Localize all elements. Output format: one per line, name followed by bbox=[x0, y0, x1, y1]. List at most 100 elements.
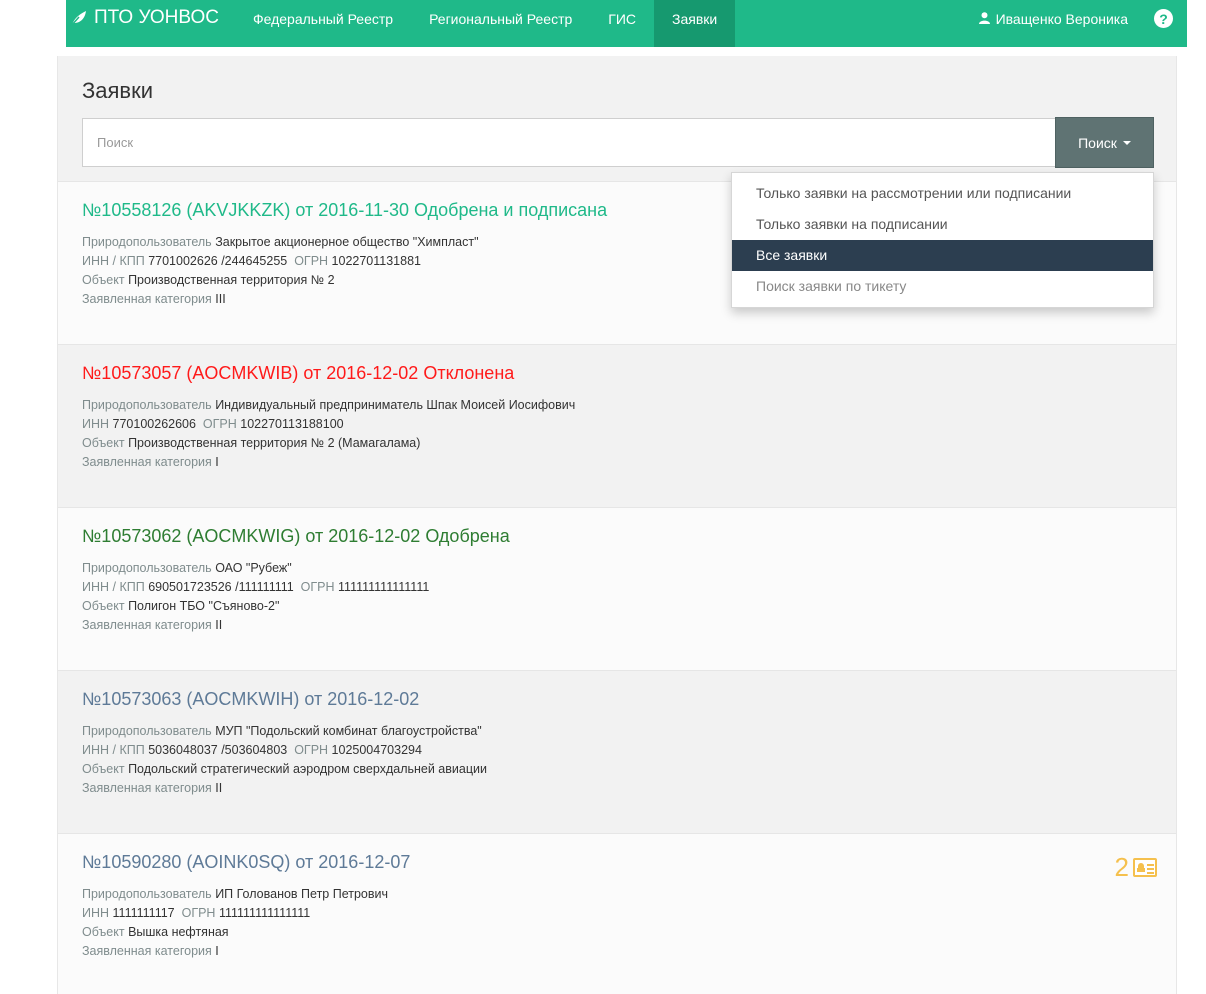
object-label: Объект bbox=[82, 436, 125, 450]
nav-right: Иващенко Вероника ? bbox=[978, 0, 1187, 47]
ogrn-label: ОГРН bbox=[300, 580, 335, 594]
inn-label: ИНН bbox=[82, 906, 110, 920]
user-name: Иващенко Вероника bbox=[995, 10, 1128, 27]
leaf-logo-icon bbox=[70, 10, 88, 26]
category-label: Заявленная категория bbox=[82, 781, 212, 795]
tickets-count: 2 bbox=[1114, 852, 1129, 882]
inn-value: 770100262606 bbox=[112, 417, 196, 431]
ogrn-value: 111111111111111 bbox=[338, 580, 430, 594]
inn-value: 1111111117 bbox=[112, 906, 175, 920]
user-label: Природопользователь bbox=[82, 561, 212, 575]
search-button-label: Поиск bbox=[1078, 134, 1117, 151]
category-value: II bbox=[215, 618, 223, 632]
category-line: Заявленная категория II bbox=[82, 779, 1152, 798]
application-card: №10573057 (AOCMKWIB) от 2016-12-02 Откло… bbox=[58, 345, 1176, 508]
main-container: Заявки Поиск №10558126 (AKVJKKZK) от 201… bbox=[57, 56, 1177, 994]
inn-label: ИНН bbox=[82, 417, 110, 431]
ogrn-value: 102270113188100 bbox=[240, 417, 344, 431]
category-label: Заявленная категория bbox=[82, 292, 212, 306]
user-label: Природопользователь bbox=[82, 887, 212, 901]
search-input[interactable] bbox=[82, 118, 1056, 167]
application-card: №10590280 (AOINK0SQ) от 2016-12-07 2 При… bbox=[58, 834, 1176, 994]
nav-federal-registry[interactable]: Федеральный Реестр bbox=[235, 0, 411, 47]
category-line: Заявленная категория I bbox=[82, 453, 1152, 472]
object-line: Объект Производственная территория № 2 (… bbox=[82, 434, 1152, 453]
inn-label: ИНН / КПП bbox=[82, 743, 145, 757]
user-value: ОАО "Рубеж" bbox=[215, 561, 292, 575]
main-nav: Федеральный Реестр Региональный Реестр Г… bbox=[235, 0, 736, 47]
user-value: Закрытое акционерное общество "Химпласт" bbox=[215, 235, 479, 249]
ogrn-value: 1022701131881 bbox=[331, 254, 421, 268]
tickets-badge[interactable]: 2 bbox=[1115, 854, 1157, 880]
object-value: Производственная территория № 2 bbox=[128, 273, 335, 287]
application-card: №10573062 (AOCMKWIG) от 2016-12-02 Одобр… bbox=[58, 508, 1176, 671]
page-header: Заявки Поиск bbox=[58, 56, 1176, 182]
user-line: Природопользователь ИП Голованов Петр Пе… bbox=[82, 885, 1152, 904]
ogrn-label: ОГРН bbox=[294, 254, 329, 268]
nav-regional-registry[interactable]: Региональный Реестр bbox=[411, 0, 590, 47]
object-label: Объект bbox=[82, 599, 125, 613]
brand-title: ПТО УОНВОС bbox=[94, 6, 219, 28]
object-line: Объект Вышка нефтяная bbox=[82, 923, 1152, 942]
object-label: Объект bbox=[82, 762, 125, 776]
category-value: III bbox=[215, 292, 226, 306]
search-dropdown-button[interactable]: Поиск bbox=[1055, 117, 1154, 168]
application-title[interactable]: №10573062 (AOCMKWIG) от 2016-12-02 Одобр… bbox=[82, 526, 1152, 547]
object-label: Объект bbox=[82, 273, 125, 287]
nav-gis[interactable]: ГИС bbox=[590, 0, 654, 47]
category-label: Заявленная категория bbox=[82, 618, 212, 632]
inn-value: 690501723526 /111111111 bbox=[148, 580, 294, 594]
user-value: МУП "Подольский комбинат благоустройства… bbox=[215, 724, 482, 738]
inn-value: 5036048037 /503604803 bbox=[148, 743, 288, 757]
filter-signing-only[interactable]: Только заявки на подписании bbox=[732, 209, 1153, 240]
nav-applications[interactable]: Заявки bbox=[654, 0, 736, 47]
user-icon bbox=[978, 11, 990, 27]
category-label: Заявленная категория bbox=[82, 455, 212, 469]
brand[interactable]: ПТО УОНВОС bbox=[66, 0, 233, 47]
object-line: Объект Подольский стратегический аэродро… bbox=[82, 760, 1152, 779]
category-label: Заявленная категория bbox=[82, 944, 212, 958]
ogrn-label: ОГРН bbox=[294, 743, 329, 757]
search-filter-dropdown: Только заявки на рассмотрении или подпис… bbox=[731, 172, 1154, 308]
application-title[interactable]: №10590280 (AOINK0SQ) от 2016-12-07 bbox=[82, 852, 1152, 873]
user-value: ИП Голованов Петр Петрович bbox=[215, 887, 389, 901]
help-icon[interactable]: ? bbox=[1154, 9, 1173, 28]
ids-line: ИНН / КПП 5036048037 /503604803 ОГРН 102… bbox=[82, 741, 1152, 760]
object-label: Объект bbox=[82, 925, 125, 939]
filter-review-or-signing[interactable]: Только заявки на рассмотрении или подпис… bbox=[732, 178, 1153, 209]
user-value: Индивидуальный предприниматель Шпак Моис… bbox=[215, 398, 576, 412]
inn-value: 7701002626 /244645255 bbox=[148, 254, 288, 268]
user-label: Природопользователь bbox=[82, 398, 212, 412]
ids-line: ИНН / КПП 690501723526 /111111111 ОГРН 1… bbox=[82, 578, 1152, 597]
application-card: №10573063 (AOCMKWIH) от 2016-12-02 Приро… bbox=[58, 671, 1176, 834]
category-line: Заявленная категория II bbox=[82, 616, 1152, 635]
inn-label: ИНН / КПП bbox=[82, 254, 145, 268]
user-menu[interactable]: Иващенко Вероника bbox=[978, 10, 1128, 27]
page-title: Заявки bbox=[82, 78, 154, 103]
application-title[interactable]: №10573057 (AOCMKWIB) от 2016-12-02 Откло… bbox=[82, 363, 1152, 384]
ogrn-value: 1025004703294 bbox=[331, 743, 422, 757]
object-line: Объект Полигон ТБО "Съяново-2" bbox=[82, 597, 1152, 616]
filter-by-ticket[interactable]: Поиск заявки по тикету bbox=[732, 271, 1153, 302]
user-line: Природопользователь МУП "Подольский комб… bbox=[82, 722, 1152, 741]
inn-label: ИНН / КПП bbox=[82, 580, 145, 594]
application-title[interactable]: №10573063 (AOCMKWIH) от 2016-12-02 bbox=[82, 689, 1152, 710]
object-value: Производственная территория № 2 (Мамагал… bbox=[128, 436, 421, 450]
user-label: Природопользователь bbox=[82, 724, 212, 738]
filter-all[interactable]: Все заявки bbox=[732, 240, 1153, 271]
ogrn-label: ОГРН bbox=[181, 906, 216, 920]
caret-down-icon bbox=[1122, 140, 1131, 145]
top-navbar: ПТО УОНВОС Федеральный Реестр Региональн… bbox=[66, 0, 1187, 47]
id-card-icon bbox=[1133, 857, 1157, 877]
user-line: Природопользователь Индивидуальный предп… bbox=[82, 396, 1152, 415]
category-value: II bbox=[215, 781, 223, 795]
object-value: Полигон ТБО "Съяново-2" bbox=[128, 599, 280, 613]
user-label: Природопользователь bbox=[82, 235, 212, 249]
ids-line: ИНН 770100262606 ОГРН 102270113188100 bbox=[82, 415, 1152, 434]
user-line: Природопользователь ОАО "Рубеж" bbox=[82, 559, 1152, 578]
category-value: I bbox=[215, 455, 219, 469]
category-value: I bbox=[215, 944, 219, 958]
ogrn-label: ОГРН bbox=[202, 417, 237, 431]
category-line: Заявленная категория I bbox=[82, 942, 1152, 961]
ogrn-value: 111111111111111 bbox=[218, 906, 311, 920]
